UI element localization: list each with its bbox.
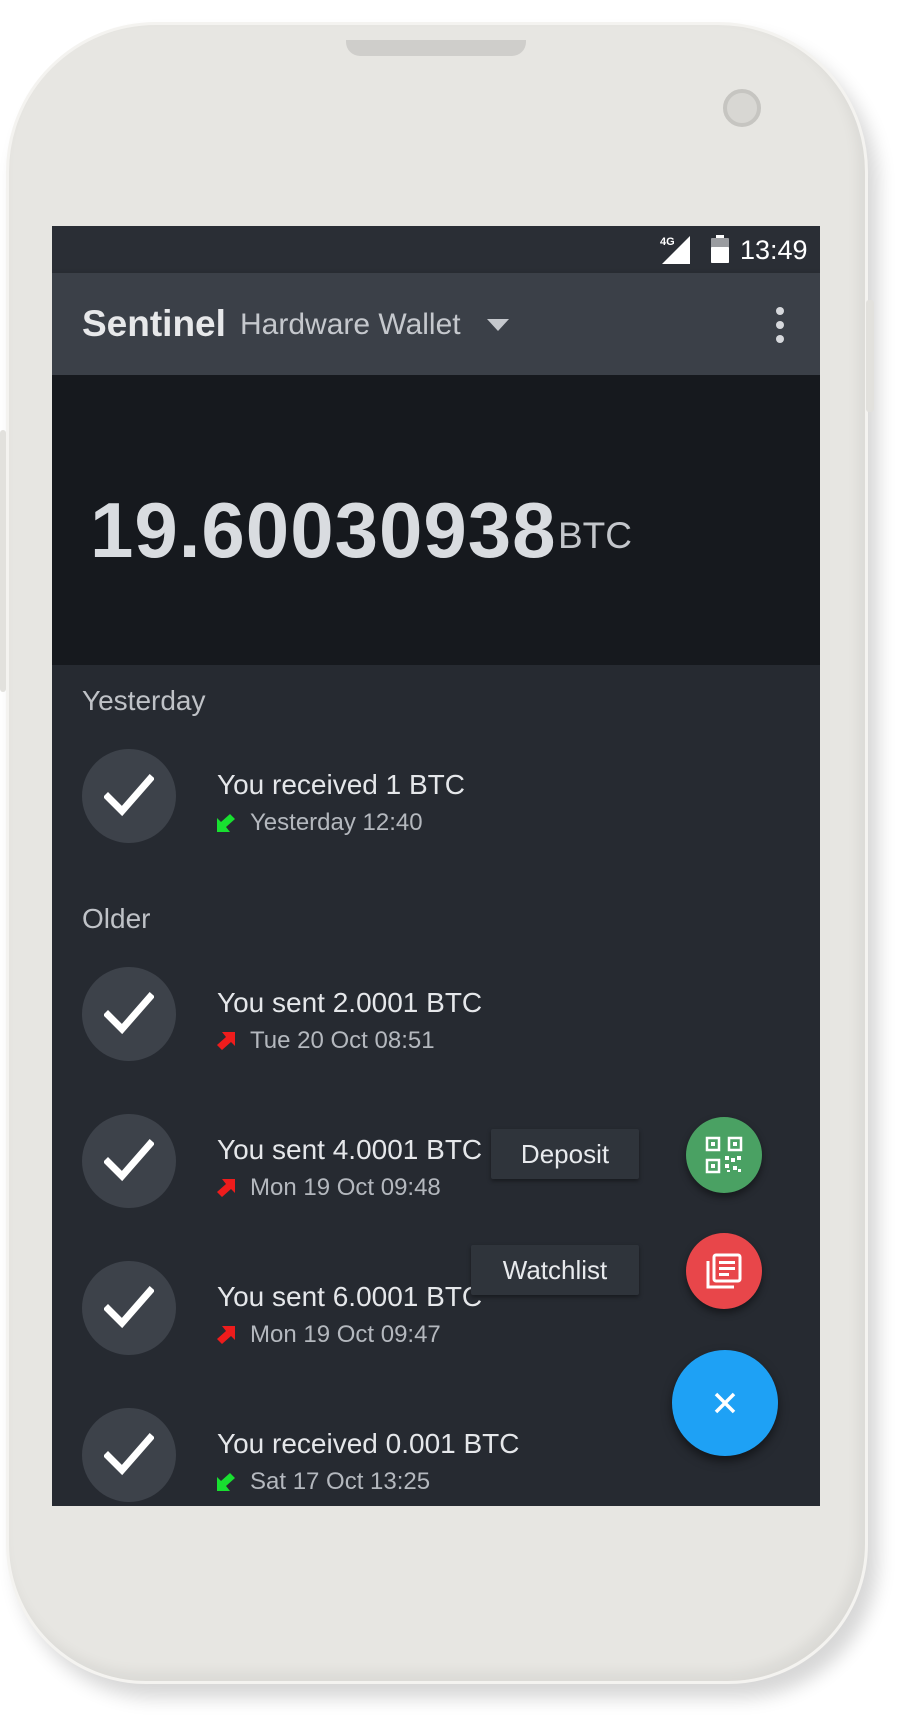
network-type: 4G	[660, 236, 675, 248]
check-icon	[104, 1139, 154, 1182]
status-avatar	[82, 1408, 176, 1502]
arrow-up-right-icon	[217, 1032, 235, 1050]
caret-down-icon	[486, 319, 509, 331]
arrow-down-left-icon	[217, 1473, 235, 1491]
status-avatar	[82, 1114, 176, 1208]
watchlist-button[interactable]	[686, 1233, 762, 1309]
battery-icon	[711, 235, 729, 263]
check-icon	[104, 1286, 154, 1329]
transaction-row[interactable]: You received 1 BTC Yesterday 12:40	[52, 741, 820, 851]
transaction-date: Yesterday 12:40	[250, 809, 423, 836]
transaction-meta: Mon 19 Oct 09:48	[217, 1174, 441, 1202]
balance-amount: 19.60030938	[90, 486, 557, 574]
status-avatar	[82, 967, 176, 1061]
deposit-button[interactable]	[686, 1117, 762, 1193]
transaction-title: You received 0.001 BTC	[217, 1428, 520, 1459]
earpiece-speaker	[346, 40, 526, 56]
transaction-title: You sent 6.0001 BTC	[217, 1281, 483, 1312]
transaction-date: Tue 20 Oct 08:51	[250, 1027, 435, 1054]
status-time: 13:49	[740, 235, 808, 265]
transaction-title: You sent 2.0001 BTC	[217, 987, 483, 1018]
section-header-yesterday: Yesterday	[82, 685, 206, 716]
wallet-name: Hardware Wallet	[240, 308, 461, 341]
app-toolbar: Sentinel Hardware Wallet	[52, 273, 820, 375]
check-icon	[104, 1433, 154, 1476]
arrow-up-right-icon	[217, 1179, 235, 1197]
section-header-older: Older	[82, 903, 151, 934]
check-icon	[104, 992, 154, 1035]
more-vert-icon[interactable]	[772, 306, 788, 344]
close-icon	[714, 1392, 736, 1414]
transaction-date: Sat 17 Oct 13:25	[250, 1468, 431, 1495]
watchlist-label[interactable]: Watchlist	[471, 1245, 639, 1295]
transaction-title: You received 1 BTC	[217, 769, 465, 800]
app-screen: 4G 13:49 Sentinel Hardware Wallet 19.600…	[52, 226, 820, 1506]
transaction-row[interactable]: You sent 2.0001 BTC Tue 20 Oct 08:51	[52, 959, 820, 1069]
list-icon	[706, 1253, 742, 1289]
power-button	[866, 300, 874, 412]
qr-code-icon	[705, 1136, 743, 1174]
close-fab-button[interactable]	[672, 1350, 778, 1456]
arrow-down-left-icon	[217, 814, 235, 832]
status-avatar	[82, 749, 176, 843]
check-icon	[104, 774, 154, 817]
balance-unit: BTC	[558, 515, 632, 556]
transaction-meta: Sat 17 Oct 13:25	[217, 1468, 430, 1496]
deposit-label[interactable]: Deposit	[491, 1129, 639, 1179]
transaction-meta: Yesterday 12:40	[217, 809, 423, 837]
app-title: Sentinel	[82, 303, 226, 344]
front-camera	[723, 89, 761, 127]
transaction-title: You sent 4.0001 BTC	[217, 1134, 483, 1165]
transaction-date: Mon 19 Oct 09:48	[250, 1174, 441, 1201]
status-bar: 4G 13:49	[52, 226, 820, 273]
transaction-meta: Tue 20 Oct 08:51	[217, 1027, 435, 1055]
wallet-selector[interactable]: Hardware Wallet	[240, 303, 509, 347]
arrow-up-right-icon	[217, 1326, 235, 1344]
balance-panel[interactable]: 19.60030938 BTC	[52, 375, 820, 665]
transaction-meta: Mon 19 Oct 09:47	[217, 1321, 441, 1349]
volume-rocker	[0, 430, 6, 692]
status-avatar	[82, 1261, 176, 1355]
transaction-date: Mon 19 Oct 09:47	[250, 1321, 441, 1348]
